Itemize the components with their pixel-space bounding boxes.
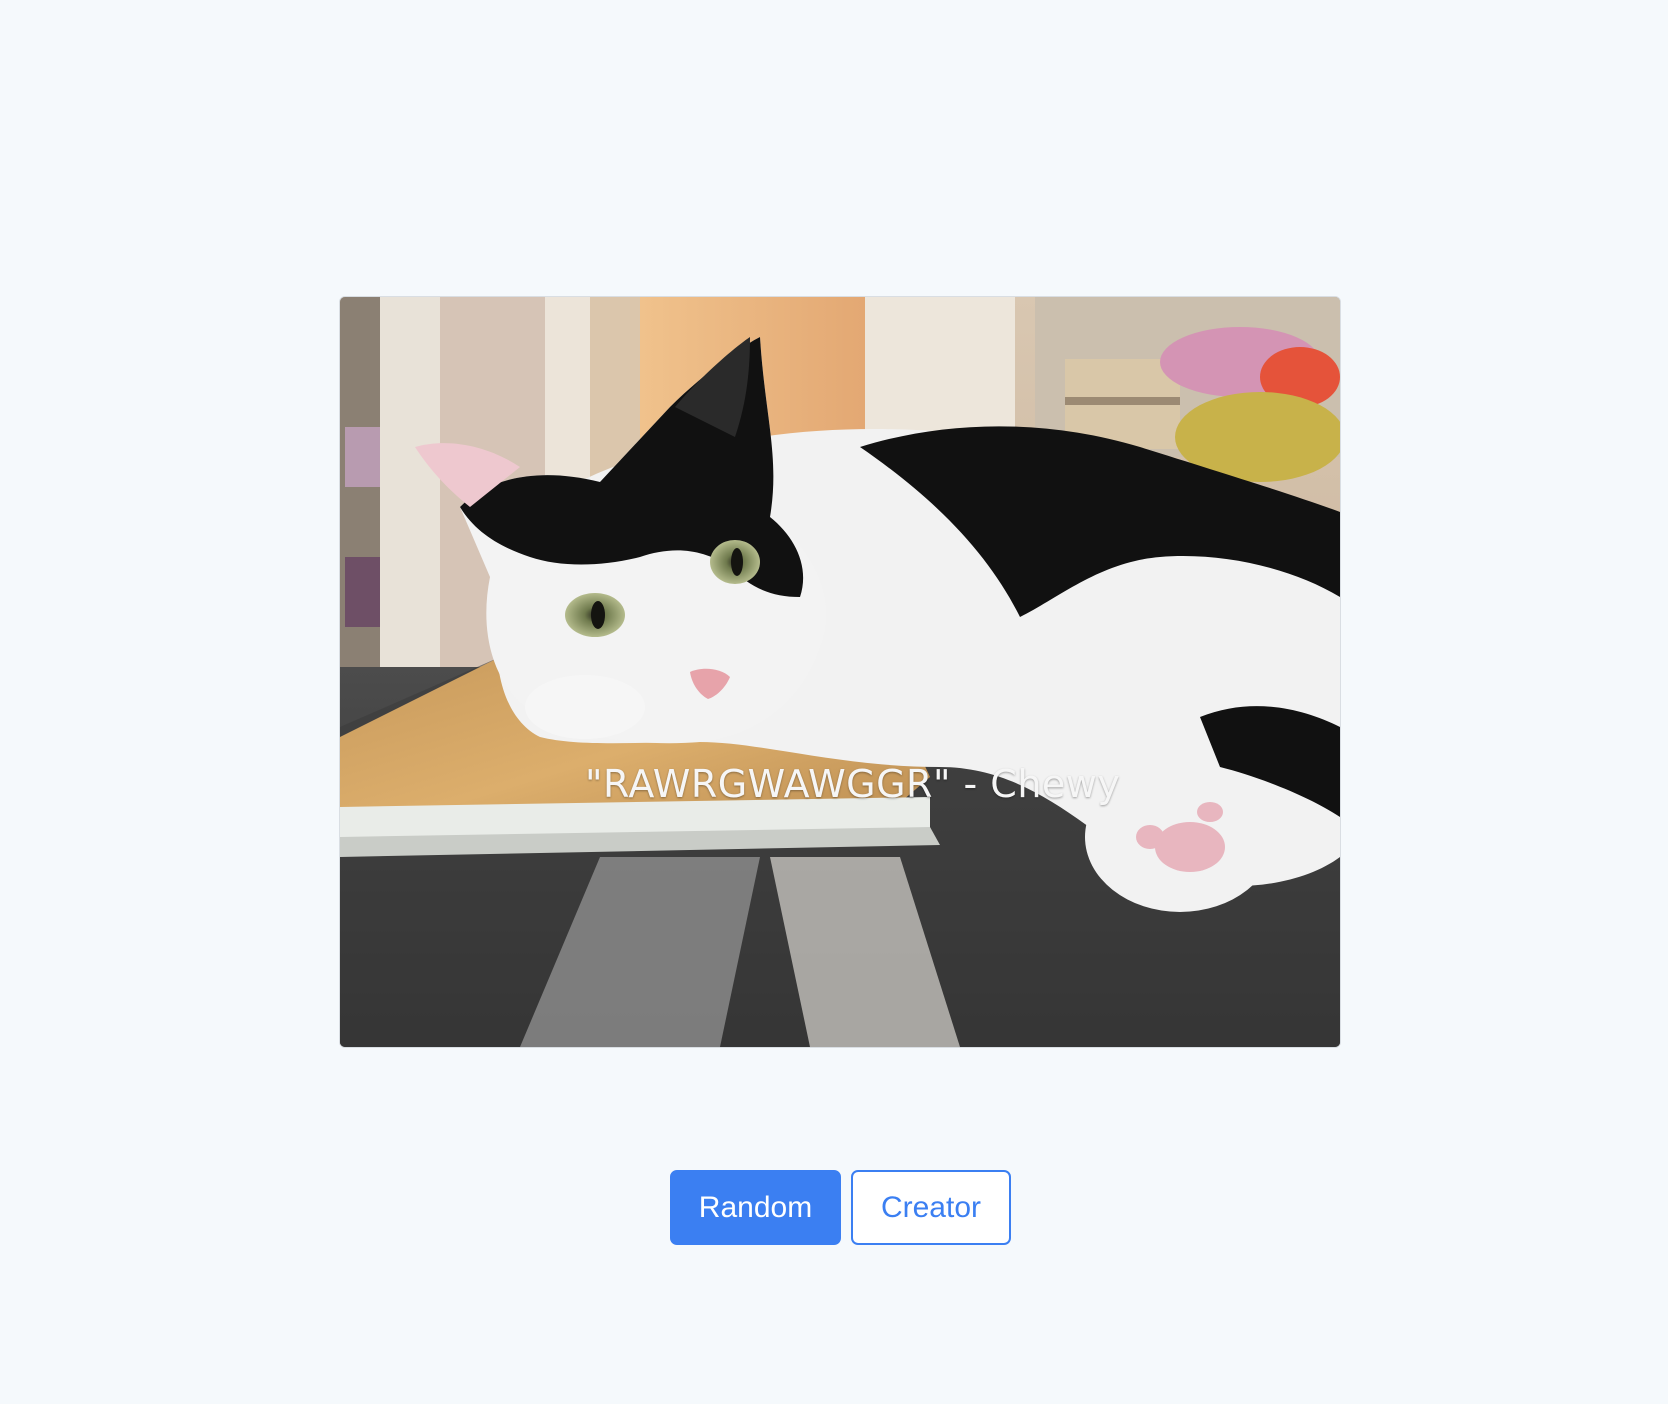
- meme-caption: "RAWRGWAWGGR" - Chewy: [585, 762, 1121, 806]
- action-buttons: Random Creator: [670, 1170, 1011, 1245]
- creator-button[interactable]: Creator: [851, 1170, 1011, 1245]
- random-button[interactable]: Random: [670, 1170, 841, 1245]
- cat-photo: [340, 297, 1340, 1047]
- meme-card: "RAWRGWAWGGR" - Chewy: [339, 296, 1341, 1048]
